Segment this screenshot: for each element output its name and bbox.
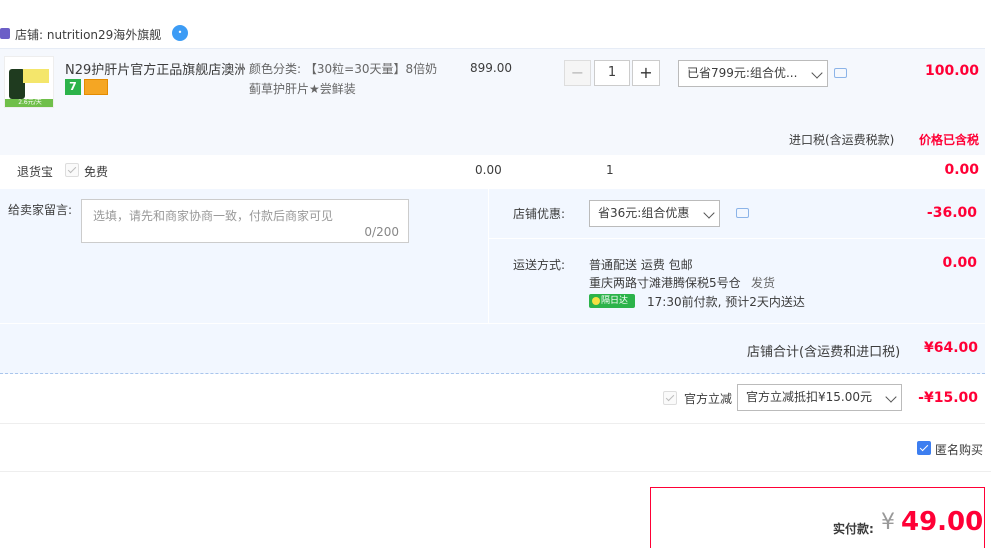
memo-label: 给卖家留言: [8, 203, 73, 217]
cart-item-row: 2.6元/天 N29护肝片官方正品旗舰店澳洲... 7 颜色分类: 【30粒=3… [0, 48, 985, 155]
platform-discount-select[interactable]: 官方立减抵扣¥15.00元 [737, 384, 902, 411]
thumb-caption: 2.6元/天 [5, 99, 53, 107]
shop-discount-amount: -36.00 [926, 205, 977, 221]
credit-card-icon [84, 79, 108, 95]
order-options: 给卖家留言: 选填，请先和商家协商一致，付款后商家可见 0/200 店铺优惠: … [0, 189, 985, 323]
shop-total-label: 店铺合计(含运费和进口税) [747, 345, 901, 360]
payment-amount: 49.00 [901, 507, 984, 537]
anonymous-purchase-label: 匿名购买 [935, 443, 984, 457]
chevron-down-icon [703, 207, 715, 219]
quantity-increase-button[interactable]: + [632, 60, 660, 86]
platform-discount-amount: -¥15.00 [918, 390, 978, 406]
platform-discount-value: 官方立减抵扣¥15.00元 [746, 390, 872, 404]
return-insurance-price: 0.00 [475, 163, 502, 177]
product-thumbnail[interactable]: 2.6元/天 [4, 56, 54, 108]
label-image [23, 69, 49, 83]
platform-discount-checkbox[interactable] [663, 391, 677, 405]
promo-info-icon[interactable] [834, 68, 847, 78]
return-insurance-checkbox[interactable] [65, 163, 79, 177]
horizontal-divider [489, 238, 985, 239]
delivery-label: 运送方式: [513, 258, 566, 272]
import-tax-label: 进口税(含运费税款) [789, 133, 895, 147]
return-insurance-label: 退货宝 [17, 165, 54, 179]
product-title-link[interactable]: N29护肝片官方正品旗舰店澳洲... [65, 59, 245, 78]
item-promo-select[interactable]: 已省799元:组合优... [678, 60, 828, 87]
shop-discount-select[interactable]: 省36元:组合优惠 [589, 200, 720, 227]
delivery-eta: 17:30前付款, 预计2天内送达 [647, 295, 805, 309]
tax-included-note: 价格已含税 [919, 133, 980, 147]
shop-discount-value: 省36元:组合优惠 [598, 206, 690, 220]
return-insurance-option: 免费 [84, 165, 109, 179]
item-total: 100.00 [924, 63, 979, 79]
sku-info: 颜色分类: 【30粒=30天量】8倍奶蓟草护肝片★尝鲜装 [249, 59, 439, 99]
delivery-amount: 0.00 [942, 255, 977, 271]
item-promo-value: 已省799元:组合优... [687, 66, 798, 80]
vertical-divider [488, 189, 489, 323]
shop-header: 店铺: nutrition29海外旗舰 • [0, 22, 991, 48]
next-day-badge: 隔日达 [589, 294, 635, 308]
unit-price: 899.00 [470, 61, 512, 75]
delivery-warehouse: 重庆两路寸滩港腾保税5号仓 [589, 276, 741, 290]
anonymous-purchase-row: 匿名购买 [0, 424, 991, 472]
anonymous-purchase-checkbox[interactable] [917, 441, 931, 455]
payment-summary: 实付款: ¥ 49.00 [650, 487, 985, 548]
discount-info-icon[interactable] [736, 208, 749, 218]
shop-total-amount: ¥64.00 [923, 340, 978, 356]
shop-name-link[interactable]: 店铺: nutrition29海外旗舰 [15, 26, 161, 43]
chevron-down-icon [885, 391, 897, 403]
payment-currency: ¥ [881, 510, 895, 535]
platform-discount-row: 官方立减 官方立减抵扣¥15.00元 -¥15.00 [0, 374, 985, 424]
chevron-down-icon [811, 67, 823, 79]
seven-day-return-icon: 7 [65, 79, 81, 95]
shop-total-row: 店铺合计(含运费和进口税) ¥64.00 [0, 323, 985, 374]
wangwang-chat-icon[interactable]: • [172, 25, 188, 41]
memo-placeholder: 选填，请先和商家协商一致，付款后商家可见 [93, 209, 334, 223]
return-insurance-row: 退货宝 免费 0.00 1 0.00 [0, 155, 985, 189]
sku-label: 颜色分类: [249, 62, 302, 76]
shop-discount-label: 店铺优惠: [513, 207, 566, 221]
quantity-input[interactable]: 1 [594, 60, 630, 86]
delivery-method: 普通配送 运费 包邮 [589, 258, 693, 272]
quantity-decrease-button[interactable]: − [564, 60, 591, 86]
seller-memo-textarea[interactable]: 选填，请先和商家协商一致，付款后商家可见 0/200 [81, 199, 409, 243]
return-insurance-total: 0.00 [944, 162, 979, 178]
platform-discount-label: 官方立减 [684, 392, 733, 406]
delivery-ship-from: 发货 [751, 276, 776, 290]
shop-icon [0, 28, 10, 39]
memo-char-counter: 0/200 [364, 225, 399, 239]
return-insurance-qty: 1 [606, 163, 614, 177]
payment-label: 实付款: [833, 522, 874, 536]
